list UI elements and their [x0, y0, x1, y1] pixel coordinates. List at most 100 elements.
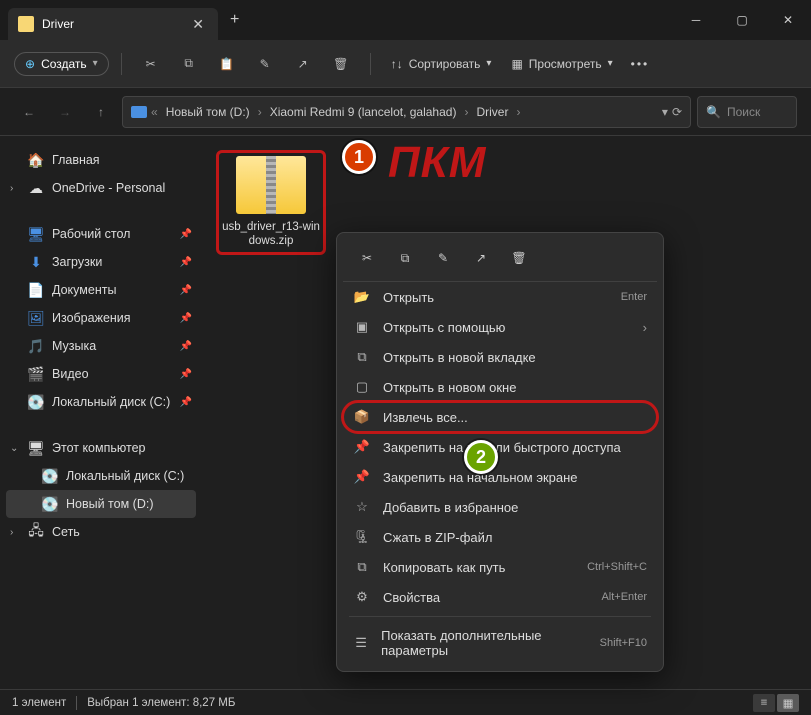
download-icon: ⬇ [28, 254, 44, 270]
star-icon: ☆ [353, 499, 371, 515]
status-selection: Выбран 1 элемент: 8,27 МБ [87, 697, 235, 709]
ctx-pinquick[interactable]: 📌Закрепить на панели быстрого доступа [343, 432, 657, 462]
back-button[interactable]: ← [14, 97, 44, 127]
ctx-extract[interactable]: 📦Извлечь все... [343, 402, 657, 432]
more-button[interactable]: ••• [631, 57, 650, 71]
pin-icon: 📌 [180, 257, 192, 268]
pc-icon [131, 106, 147, 118]
file-item[interactable]: usb_driver_r13-windows.zip [216, 150, 326, 255]
window-icon: ▢ [353, 379, 371, 395]
ctx-more[interactable]: ☰Показать дополнительные параметрыShift+… [343, 621, 657, 665]
ctx-zip[interactable]: 🗜Сжать в ZIP-файл [343, 522, 657, 552]
pictures-icon: 🖼 [28, 310, 44, 326]
ctx-props[interactable]: ⚙СвойстваAlt+Enter [343, 582, 657, 612]
pin-icon: 📌 [180, 313, 192, 324]
extract-icon: 📦 [353, 409, 371, 425]
network-icon: 🖧 [28, 524, 44, 540]
file-name: usb_driver_r13-windows.zip [222, 220, 320, 249]
desktop-icon: 🖥 [28, 226, 44, 242]
sidebar-videos[interactable]: 🎬Видео📌 [0, 360, 202, 388]
ctx-open[interactable]: 📂ОткрытьEnter [343, 282, 657, 312]
chevron-right-icon[interactable]: › [10, 527, 13, 538]
ctx-newtab[interactable]: ⧉Открыть в новой вкладке [343, 342, 657, 372]
ctx-share-button[interactable]: ↗ [463, 243, 499, 273]
new-tab-button[interactable]: + [230, 11, 239, 29]
maximize-button[interactable]: ▢ [719, 0, 765, 40]
sidebar-localc[interactable]: 💽Локальный диск (C:)📌 [0, 388, 202, 416]
minimize-button[interactable]: ─ [673, 0, 719, 40]
sidebar-downloads[interactable]: ⬇Загрузки📌 [0, 248, 202, 276]
toolbar: ⊕ Создать ▾ ✂ ⧉ 📋 ✎ ↗ 🗑 ↑↓ Сортировать ▾… [0, 40, 811, 88]
pin-start-icon: 📌 [353, 469, 371, 485]
pc-icon: 🖥 [28, 440, 44, 456]
video-icon: 🎬 [28, 366, 44, 382]
details-view-button[interactable]: ≡ [753, 694, 775, 712]
copy-button[interactable]: ⧉ [172, 47, 206, 81]
annotation-label: ПКМ [388, 138, 486, 188]
pin-icon: 📌 [353, 439, 371, 455]
chevron-right-icon[interactable]: › [10, 183, 13, 194]
refresh-button[interactable]: ⟳ [672, 105, 682, 119]
sidebar: 🏠Главная ›☁OneDrive - Personal 🖥Рабочий … [0, 136, 202, 689]
ctx-openwith[interactable]: ▣Открыть с помощью› [343, 312, 657, 342]
home-icon: 🏠 [28, 152, 44, 168]
pin-icon: 📌 [180, 397, 192, 408]
sidebar-music[interactable]: 🎵Музыка📌 [0, 332, 202, 360]
music-icon: 🎵 [28, 338, 44, 354]
close-window-button[interactable]: ✕ [765, 0, 811, 40]
forward-button[interactable]: → [50, 97, 80, 127]
rename-button[interactable]: ✎ [248, 47, 282, 81]
share-button[interactable]: ↗ [286, 47, 320, 81]
disk-icon: 💽 [42, 496, 58, 512]
sidebar-documents[interactable]: 📄Документы📌 [0, 276, 202, 304]
ctx-addfav[interactable]: ☆Добавить в избранное [343, 492, 657, 522]
app-icon: ▣ [353, 319, 371, 335]
copy-path-icon: ⧉ [353, 559, 371, 575]
search-input[interactable]: 🔍 Поиск [697, 96, 797, 128]
pin-icon: 📌 [180, 285, 192, 296]
sidebar-thispc[interactable]: ⌄🖥Этот компьютер [0, 434, 202, 462]
ctx-rename-button[interactable]: ✎ [425, 243, 461, 273]
zip-icon [236, 156, 306, 214]
address-dropdown[interactable]: ▾ [662, 105, 668, 119]
delete-button[interactable]: 🗑 [324, 47, 358, 81]
paste-button[interactable]: 📋 [210, 47, 244, 81]
context-menu: ✂ ⧉ ✎ ↗ 🗑 📂ОткрытьEnter ▣Открыть с помощ… [336, 232, 664, 672]
cloud-icon: ☁ [28, 180, 44, 196]
cut-button[interactable]: ✂ [134, 47, 168, 81]
zip-icon: 🗜 [353, 529, 371, 545]
context-toolbar: ✂ ⧉ ✎ ↗ 🗑 [343, 239, 657, 282]
sidebar-home[interactable]: 🏠Главная [0, 146, 202, 174]
properties-icon: ⚙ [353, 589, 371, 605]
sidebar-network[interactable]: ›🖧Сеть [0, 518, 202, 546]
pin-icon: 📌 [180, 369, 192, 380]
ctx-copypath[interactable]: ⧉Копировать как путьCtrl+Shift+C [343, 552, 657, 582]
titlebar: Driver ✕ + ─ ▢ ✕ [0, 0, 811, 40]
pin-icon: 📌 [180, 341, 192, 352]
sidebar-onedrive[interactable]: ›☁OneDrive - Personal [0, 174, 202, 202]
ctx-newwin[interactable]: ▢Открыть в новом окне [343, 372, 657, 402]
annotation-badge-1: 1 [342, 140, 376, 174]
sort-button[interactable]: ↑↓ Сортировать ▾ [383, 53, 500, 75]
up-button[interactable]: ↑ [86, 97, 116, 127]
close-tab-button[interactable]: ✕ [188, 16, 208, 33]
sidebar-disk-d[interactable]: 💽Новый том (D:) [6, 490, 196, 518]
chevron-down-icon[interactable]: ⌄ [10, 443, 18, 454]
ctx-pinstart[interactable]: 📌Закрепить на начальном экране [343, 462, 657, 492]
address-bar[interactable]: « Новый том (D:) › Xiaomi Redmi 9 (lance… [122, 96, 691, 128]
sidebar-disk-c[interactable]: 💽Локальный диск (C:) [0, 462, 202, 490]
sidebar-pictures[interactable]: 🖼Изображения📌 [0, 304, 202, 332]
status-count: 1 элемент [12, 697, 66, 709]
search-icon: 🔍 [706, 105, 721, 119]
more-icon: ☰ [353, 635, 369, 651]
ctx-delete-button[interactable]: 🗑 [501, 243, 537, 273]
ctx-copy-button[interactable]: ⧉ [387, 243, 423, 273]
disk-icon: 💽 [28, 394, 44, 410]
icons-view-button[interactable]: ▦ [777, 694, 799, 712]
window-tab[interactable]: Driver ✕ [8, 8, 218, 40]
ctx-cut-button[interactable]: ✂ [349, 243, 385, 273]
sidebar-desktop[interactable]: 🖥Рабочий стол📌 [0, 220, 202, 248]
view-button[interactable]: ▦ Просмотреть ▾ [503, 53, 620, 75]
pin-icon: 📌 [180, 229, 192, 240]
new-button[interactable]: ⊕ Создать ▾ [14, 52, 109, 76]
